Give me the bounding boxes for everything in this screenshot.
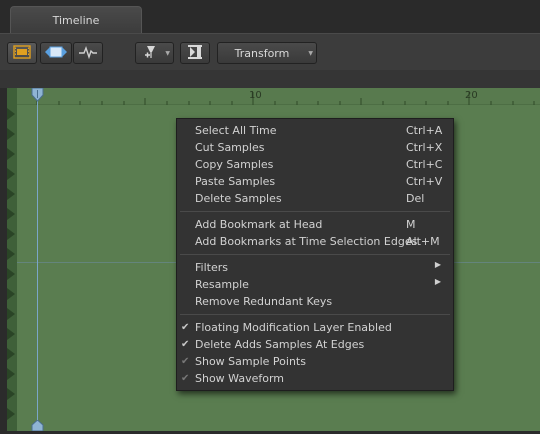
film-icon (13, 44, 31, 62)
checkmark-icon: ✔ (181, 322, 190, 333)
time-ruler[interactable]: 10 20 (7, 88, 540, 105)
film-view-button[interactable] (7, 42, 37, 64)
menu-item-add-bookmarks-at-selection-edges[interactable]: Add Bookmarks at Time Selection Edges Al… (177, 234, 453, 251)
ruler-gap (0, 70, 540, 88)
menu-item-floating-modification-layer[interactable]: ✔ Floating Modification Layer Enabled (177, 320, 453, 337)
submenu-arrow-icon: ▶ (434, 260, 441, 269)
ruler-label-10: 10 (249, 90, 262, 101)
menu-item-label: Cut Samples (195, 141, 265, 154)
menu-item-shortcut: Alt+M (406, 235, 440, 248)
toolbar: ▼ Transform ▼ (0, 33, 540, 70)
clip-icon (44, 45, 68, 62)
menu-item-shortcut: Ctrl+V (406, 175, 443, 188)
menu-item-shortcut: Ctrl+X (406, 141, 443, 154)
add-key-dropdown[interactable]: ▼ (135, 42, 174, 64)
menu-item-resample[interactable]: Resample ▶ (177, 277, 453, 294)
menu-item-shortcut: Ctrl+A (406, 124, 443, 137)
context-menu: Select All Time Ctrl+A Cut Samples Ctrl+… (176, 118, 454, 391)
menu-item-label: Resample (195, 278, 249, 291)
menu-item-label: Add Bookmarks at Time Selection Edges (195, 235, 418, 248)
menu-item-filters[interactable]: Filters ▶ (177, 260, 453, 277)
clip-view-button[interactable] (40, 42, 72, 64)
menu-item-cut-samples[interactable]: Cut Samples Ctrl+X (177, 140, 453, 157)
menu-separator (180, 254, 450, 255)
menu-item-shortcut: Ctrl+C (406, 158, 443, 171)
playhead-line (37, 95, 38, 431)
track-row-markers (7, 88, 17, 431)
menu-separator (180, 211, 450, 212)
hourglass-icon (186, 44, 204, 63)
menu-item-select-all-time[interactable]: Select All Time Ctrl+A (177, 123, 453, 140)
chevron-down-icon: ▼ (308, 50, 313, 57)
menu-separator (180, 314, 450, 315)
chevron-down-icon: ▼ (165, 50, 170, 57)
menu-item-paste-samples[interactable]: Paste Samples Ctrl+V (177, 174, 453, 191)
transform-dropdown[interactable]: Transform ▼ (217, 42, 317, 64)
menu-item-shortcut: M (406, 218, 416, 231)
menu-item-label: Delete Samples (195, 192, 282, 205)
menu-item-label: Show Waveform (195, 372, 285, 385)
menu-item-remove-redundant-keys[interactable]: Remove Redundant Keys (177, 294, 453, 311)
menu-item-show-waveform[interactable]: ✔ Show Waveform (177, 371, 453, 388)
checkmark-icon: ✔ (181, 373, 190, 384)
playhead-handle-icon[interactable] (31, 87, 44, 105)
checkmark-icon: ✔ (181, 356, 190, 367)
ruler-ticks (36, 92, 535, 105)
menu-item-label: Copy Samples (195, 158, 274, 171)
menu-item-label: Show Sample Points (195, 355, 306, 368)
menu-item-shortcut: Del (406, 192, 425, 205)
menu-item-add-bookmark-at-head[interactable]: Add Bookmark at Head M (177, 217, 453, 234)
menu-item-label: Floating Modification Layer Enabled (195, 321, 392, 334)
waveform-icon (78, 45, 98, 62)
menu-item-label: Delete Adds Samples At Edges (195, 338, 365, 351)
menu-item-label: Remove Redundant Keys (195, 295, 333, 308)
ruler-label-20: 20 (465, 90, 478, 101)
menu-item-copy-samples[interactable]: Copy Samples Ctrl+C (177, 157, 453, 174)
menu-item-label: Select All Time (195, 124, 277, 137)
add-key-icon (142, 43, 160, 64)
checkmark-icon: ✔ (181, 339, 190, 350)
playhead-bottom-handle-icon[interactable] (31, 419, 44, 434)
menu-item-label: Paste Samples (195, 175, 276, 188)
tab-bar: Timeline (0, 0, 540, 33)
tab-timeline[interactable]: Timeline (10, 6, 142, 33)
menu-item-label: Filters (195, 261, 228, 274)
time-range-button[interactable] (180, 42, 210, 64)
waveform-view-button[interactable] (73, 42, 103, 64)
menu-item-delete-adds-samples[interactable]: ✔ Delete Adds Samples At Edges (177, 337, 453, 354)
transform-label: Transform (234, 46, 290, 60)
menu-item-label: Add Bookmark at Head (195, 218, 323, 231)
menu-item-delete-samples[interactable]: Delete Samples Del (177, 191, 453, 208)
menu-item-show-sample-points[interactable]: ✔ Show Sample Points (177, 354, 453, 371)
submenu-arrow-icon: ▶ (434, 277, 441, 286)
